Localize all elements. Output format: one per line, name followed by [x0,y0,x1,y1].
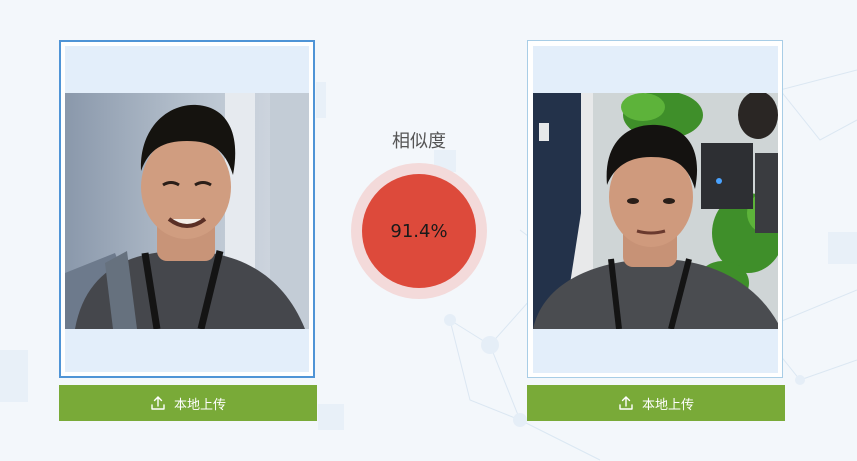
upload-icon [619,396,633,410]
left-photo-frame [65,46,309,372]
left-face-photo [65,93,309,329]
similarity-score: 91.4% [362,174,476,288]
right-photo-panel[interactable] [527,40,783,378]
similarity-label: 相似度 [392,131,446,152]
similarity-score-ring: 91.4% [351,163,487,299]
right-photo-frame [533,46,778,373]
right-face-photo [533,93,778,329]
left-upload-button[interactable]: 本地上传 [59,385,317,421]
left-upload-label: 本地上传 [173,396,226,412]
right-upload-button[interactable]: 本地上传 [527,385,785,421]
right-upload-label: 本地上传 [641,396,694,412]
left-photo-panel[interactable] [59,40,315,378]
upload-icon [151,396,165,410]
